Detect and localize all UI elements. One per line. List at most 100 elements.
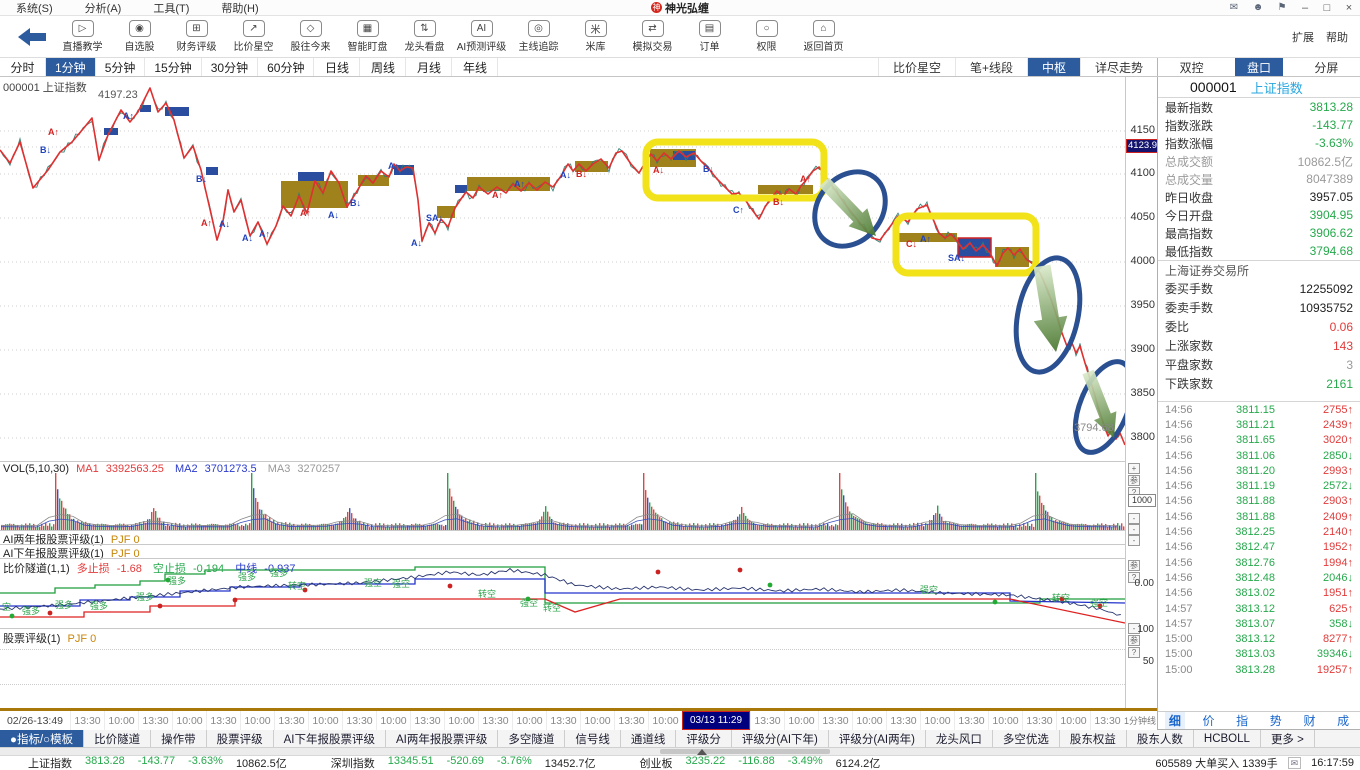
tick-row[interactable]: 14:563812.252140↑ [1158,524,1360,539]
panel-tab-势[interactable]: 势 [1266,712,1286,729]
tick-row[interactable]: 14:563811.202993↑ [1158,463,1360,478]
indicator-tab-比价隧道[interactable]: 比价隧道 [84,730,151,747]
mail-icon[interactable]: ✉ [1288,757,1302,769]
pane-button-参[interactable]: 参 [1128,475,1140,486]
tick-row[interactable]: 15:003813.128277↑ [1158,631,1360,646]
back-button[interactable] [8,26,54,48]
pane-button-参[interactable]: 参 [1128,560,1140,571]
pane-button--[interactable]: - [1128,513,1140,524]
panel-tab-价[interactable]: 价 [1198,712,1218,729]
panel-tab-细[interactable]: 细 [1165,712,1185,729]
period-tab-年线[interactable]: 年线 [452,58,498,76]
toolbar-button-AI预测评级[interactable]: AIAI预测评级 [453,20,510,53]
indicator-tab-评级分(AI下年)[interactable]: 评级分(AI下年) [732,730,829,747]
minimize-button[interactable]: – [1294,2,1316,14]
indicator-tab-股东权益[interactable]: 股东权益 [1060,730,1127,747]
toolbar-button-龙头看盘[interactable]: ⇅龙头看盘 [396,20,453,53]
mode-tab-盘口[interactable]: 盘口 [1235,58,1283,76]
indicator-tab-评级分[interactable]: 评级分 [676,730,732,747]
toolbar-button-直播教学[interactable]: ▷直播教学 [54,20,111,53]
toolbar-button-权限[interactable]: ○权限 [738,20,795,53]
period-tab-日线[interactable]: 日线 [314,58,360,76]
panel-tab-指[interactable]: 指 [1232,712,1252,729]
toolbar-link-扩展[interactable]: 扩展 [1292,29,1314,45]
tick-row[interactable]: 14:563813.021951↑ [1158,586,1360,601]
ai1-rating-pane[interactable]: AI下年报股票评级(1) PJF 0 [0,544,1125,558]
ai2-rating-pane[interactable]: AI两年报股票评级(1) PJF 0 [0,530,1125,544]
indicator-tab-操作带[interactable]: 操作带 [151,730,207,747]
indicator-tab-龙头风口[interactable]: 龙头风口 [926,730,993,747]
menu-item[interactable]: 帮助(H) [205,0,274,16]
indicator-tab-多空隧道[interactable]: 多空隧道 [498,730,565,747]
period-tab-60分钟[interactable]: 60分钟 [258,58,314,76]
tick-row[interactable]: 14:563812.761994↑ [1158,555,1360,570]
view-tab-笔+线段[interactable]: 笔+线段 [955,58,1027,76]
tick-row[interactable]: 15:003813.0339346↓ [1158,647,1360,662]
indicator-tab-通道线[interactable]: 通道线 [621,730,677,747]
indicator-tab-信号线[interactable]: 信号线 [565,730,621,747]
restore-button[interactable]: □ [1316,2,1338,14]
stock-name[interactable]: 上证指数 [1251,78,1303,97]
tunnel-pane[interactable]: 比价隧道(1,1) 多止损 -1.68 空止损 -0.194 中线 -0.937… [0,558,1125,628]
toolbar-button-订单[interactable]: ▤订单 [681,20,738,53]
close-button[interactable]: × [1338,2,1360,14]
mode-tab-分屏[interactable]: 分屏 [1302,58,1350,76]
tick-row[interactable]: 14:563811.212439↑ [1158,417,1360,432]
toolbar-button-返回首页[interactable]: ⌂返回首页 [795,20,852,53]
period-tab-周线[interactable]: 周线 [360,58,406,76]
period-tab-15分钟[interactable]: 15分钟 [145,58,201,76]
toolbar-link-帮助[interactable]: 帮助 [1326,29,1348,45]
tab-scrollbar[interactable] [0,748,1360,756]
toolbar-button-模拟交易[interactable]: ⇄模拟交易 [624,20,681,53]
tick-row[interactable]: 14:563811.062850↓ [1158,448,1360,463]
indicator-tab-股东人数[interactable]: 股东人数 [1127,730,1194,747]
tick-row[interactable]: 15:003813.2819257↑ [1158,662,1360,677]
time-axis[interactable]: 02/26-13:4913:3010:0013:3010:0013:3010:0… [0,708,1157,730]
pane-button--[interactable]: - [1128,524,1140,535]
tick-row[interactable]: 14:563812.482046↓ [1158,570,1360,585]
tick-row[interactable]: 14:563811.653020↑ [1158,433,1360,448]
panel-tab-成[interactable]: 成 [1333,712,1353,729]
indicator-tab-●指标/○模板[interactable]: ●指标/○模板 [0,730,84,747]
toolbar-button-股往今来[interactable]: ◇股往今来 [282,20,339,53]
menu-item[interactable]: 分析(A) [69,0,138,16]
toolbar-button-比价星空[interactable]: ↗比价星空 [225,20,282,53]
pane-button-参[interactable]: 参 [1128,635,1140,646]
tick-row[interactable]: 14:563811.192572↓ [1158,478,1360,493]
toolbar-button-智能盯盘[interactable]: ▦智能盯盘 [339,20,396,53]
indicator-tab-HCBOLL[interactable]: HCBOLL [1194,730,1261,747]
pane-button-?[interactable]: ? [1128,647,1140,658]
indicator-tab-评级分(AI两年)[interactable]: 评级分(AI两年) [829,730,926,747]
scrollbar-thumb[interactable] [660,749,830,754]
pane-button-+[interactable]: + [1128,463,1140,474]
period-tab-月线[interactable]: 月线 [406,58,452,76]
period-tab-分时[interactable]: 分时 [0,58,46,76]
indicator-tab-AI下年报股票评级[interactable]: AI下年报股票评级 [274,730,386,747]
main-price-chart[interactable]: 000001 上证指数 4197.23 3794.68 A↑B↓A↑B↓A↑A↓… [0,77,1125,461]
tick-row[interactable]: 14:573813.07358↓ [1158,616,1360,631]
indicator-tab-多空优选[interactable]: 多空优选 [993,730,1060,747]
view-tab-中枢[interactable]: 中枢 [1027,58,1080,76]
tick-row[interactable]: 14:573813.12625↑ [1158,601,1360,616]
toolbar-button-财务评级[interactable]: ⊞财务评级 [168,20,225,53]
indicator-tab-股票评级[interactable]: 股票评级 [207,730,274,747]
tick-row[interactable]: 14:563811.882903↑ [1158,494,1360,509]
user-icon[interactable]: ☻ [1246,2,1270,13]
menu-item[interactable]: 系统(S) [0,0,69,16]
indicator-tab-更多 >[interactable]: 更多 > [1261,730,1315,747]
skin-icon[interactable]: ⚑ [1270,2,1294,13]
period-tab-1分钟[interactable]: 1分钟 [46,58,96,76]
toolbar-button-米库[interactable]: 米米库 [567,20,624,53]
tick-list[interactable]: 14:563811.152755↑14:563811.212439↑14:563… [1158,401,1360,677]
message-icon[interactable]: ✉ [1222,2,1246,13]
volume-pane[interactable]: VOL(5,10,30) MA1 3392563.25 MA2 3701273.… [0,461,1125,530]
menu-item[interactable]: 工具(T) [137,0,205,16]
period-tab-30分钟[interactable]: 30分钟 [202,58,258,76]
toolbar-button-主线追踪[interactable]: ◎主线追踪 [510,20,567,53]
tick-row[interactable]: 14:563812.471952↑ [1158,540,1360,555]
panel-tab-财[interactable]: 财 [1299,712,1319,729]
indicator-tab-AI两年报股票评级[interactable]: AI两年报股票评级 [386,730,498,747]
tick-row[interactable]: 14:563811.152755↑ [1158,402,1360,417]
tick-row[interactable]: 14:563811.882409↑ [1158,509,1360,524]
toolbar-button-自选股[interactable]: ◉自选股 [111,20,168,53]
